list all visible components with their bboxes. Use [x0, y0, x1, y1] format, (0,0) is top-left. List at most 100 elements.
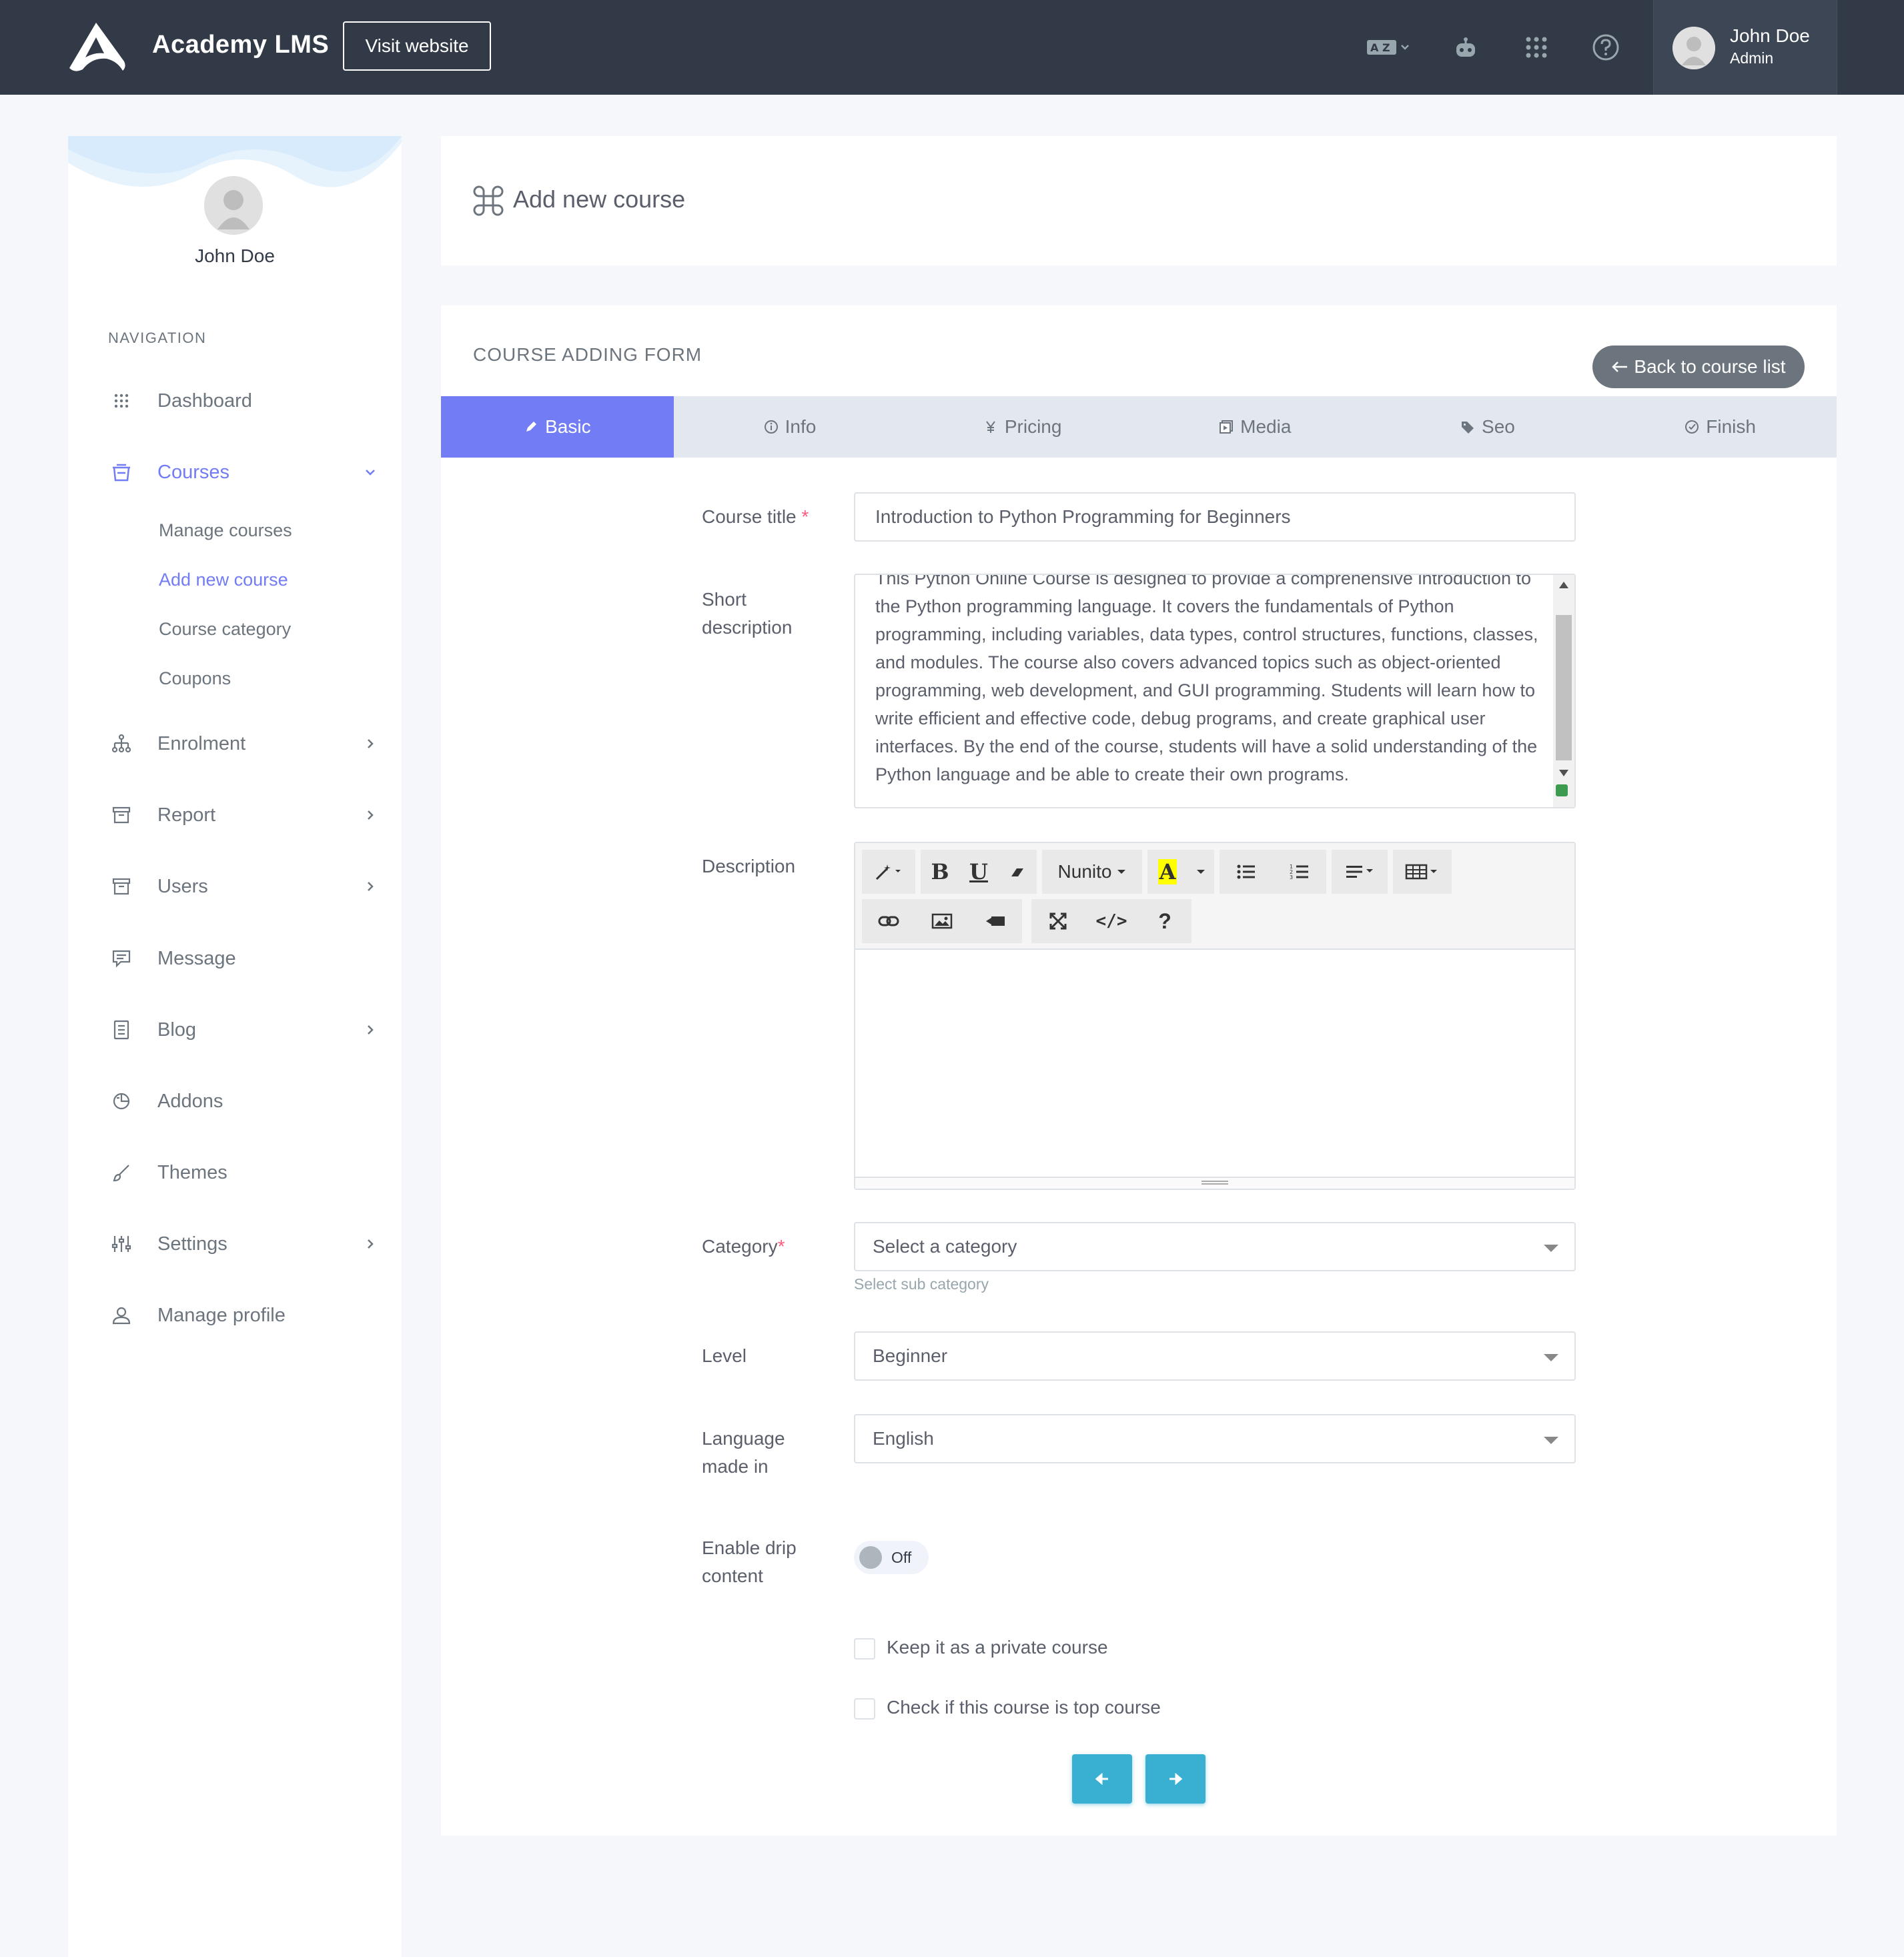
previous-step-button[interactable] — [1072, 1754, 1132, 1804]
sidebar-item-label: Settings — [157, 1233, 227, 1255]
chevron-right-icon — [368, 810, 374, 820]
brand-name[interactable]: Academy LMS — [152, 31, 329, 59]
sidebar-item-label: Users — [157, 875, 208, 897]
sidebar-item-users[interactable]: Users — [108, 870, 375, 903]
sidebar-item-report[interactable]: Report — [108, 798, 375, 832]
text-color-icon: A — [1157, 859, 1177, 884]
sidebar-item-label: Courses — [157, 461, 229, 483]
eraser-icon — [1011, 868, 1023, 876]
tab-seo[interactable]: Seo — [1372, 396, 1604, 458]
link-icon — [878, 916, 899, 926]
insert-link-button[interactable] — [862, 899, 915, 943]
caret-down-icon — [1197, 870, 1205, 874]
language-select[interactable]: English — [854, 1414, 1576, 1463]
sidebar-item-courses[interactable]: Courses — [108, 456, 375, 489]
category-select[interactable]: Select a category — [854, 1222, 1576, 1271]
tab-info[interactable]: Info — [674, 396, 907, 458]
user-menu[interactable]: John Doe Admin — [1653, 0, 1837, 95]
short-description-textarea[interactable]: This Python Online Course is designed to… — [854, 574, 1576, 808]
paragraph-align-dropdown[interactable] — [1332, 850, 1388, 894]
code-view-button[interactable]: </> — [1085, 899, 1138, 943]
level-label: Level — [702, 1345, 747, 1366]
sidebar-item-themes[interactable]: Themes — [108, 1156, 375, 1189]
magic-style-button[interactable] — [862, 850, 915, 894]
archive-icon — [108, 873, 135, 900]
eraser-button[interactable] — [998, 850, 1037, 894]
textarea-resize-grip[interactable] — [1556, 784, 1568, 796]
sidebar-item-dashboard[interactable]: Dashboard — [108, 384, 375, 418]
scroll-down-arrow-icon[interactable] — [1559, 770, 1568, 776]
tab-pricing[interactable]: Pricing — [906, 396, 1139, 458]
back-to-course-list-button[interactable]: Back to course list — [1592, 346, 1805, 388]
font-family-dropdown[interactable]: Nunito — [1042, 850, 1142, 894]
numbered-list-icon: 123 — [1290, 864, 1308, 880]
tab-finish[interactable]: Finish — [1604, 396, 1837, 458]
robot-icon[interactable] — [1449, 31, 1482, 64]
sidebar-item-message[interactable]: Message — [108, 942, 375, 975]
ordered-list-button[interactable]: 123 — [1273, 850, 1326, 894]
scrollbar-thumb[interactable] — [1556, 615, 1572, 760]
tab-basic[interactable]: Basic — [441, 396, 674, 458]
table-icon — [1405, 864, 1437, 880]
sidebar-subitem-coupons[interactable]: Coupons — [159, 668, 231, 689]
arrow-right-icon — [1169, 1773, 1183, 1785]
private-course-label[interactable]: Keep it as a private course — [887, 1637, 1108, 1658]
text-color-button[interactable]: A — [1147, 850, 1187, 894]
svg-text:A: A — [1370, 41, 1379, 54]
magic-wand-icon — [875, 864, 901, 880]
toggle-knob — [859, 1546, 882, 1569]
help-button[interactable]: ? — [1138, 899, 1192, 943]
sidebar-subitem-add-new-course[interactable]: Add new course — [159, 570, 288, 590]
unordered-list-button[interactable] — [1220, 850, 1273, 894]
apps-grid-icon[interactable] — [1520, 31, 1553, 64]
sidebar-item-addons[interactable]: Addons — [108, 1085, 375, 1118]
top-navbar: Academy LMS Visit website A Z John Doe A… — [0, 0, 1904, 95]
language-label-line-1: Language — [702, 1428, 785, 1449]
description-editable-area[interactable] — [855, 950, 1574, 1178]
translate-icon[interactable]: A Z — [1361, 31, 1417, 64]
level-select[interactable]: Beginner — [854, 1331, 1576, 1381]
fullscreen-icon — [1049, 912, 1067, 930]
underline-button[interactable]: U — [959, 850, 998, 894]
tab-media[interactable]: Media — [1139, 396, 1372, 458]
sidebar-item-label: Report — [157, 804, 216, 826]
top-course-checkbox[interactable] — [854, 1698, 875, 1720]
academy-logo[interactable] — [65, 20, 127, 75]
grid-icon — [108, 388, 135, 414]
sidebar-item-enrolment[interactable]: Enrolment — [108, 727, 375, 760]
sidebar-item-label: Themes — [157, 1161, 227, 1183]
arrow-left-icon — [1095, 1773, 1108, 1785]
editor-resize-bar[interactable] — [855, 1177, 1574, 1189]
category-hint: Select sub category — [854, 1275, 989, 1293]
top-course-label[interactable]: Check if this course is top course — [887, 1697, 1161, 1718]
fullscreen-button[interactable] — [1031, 899, 1085, 943]
tab-label: Finish — [1706, 416, 1756, 437]
sidebar-item-settings[interactable]: Settings — [108, 1227, 375, 1261]
currency-icon — [986, 421, 995, 433]
next-step-button[interactable] — [1145, 1754, 1206, 1804]
sidebar-item-blog[interactable]: Blog — [108, 1013, 375, 1047]
tab-label: Media — [1240, 416, 1292, 437]
text-color-dropdown[interactable] — [1187, 850, 1214, 894]
insert-picture-button[interactable] — [915, 899, 969, 943]
sidebar-subitem-course-category[interactable]: Course category — [159, 619, 291, 640]
help-icon[interactable] — [1589, 31, 1622, 64]
sidebar-item-manage-profile[interactable]: Manage profile — [108, 1299, 375, 1332]
course-title-input[interactable]: Introduction to Python Programming for B… — [854, 492, 1576, 542]
scroll-up-arrow-icon[interactable] — [1559, 582, 1568, 588]
textarea-scrollbar[interactable] — [1553, 575, 1574, 807]
chevron-right-icon — [368, 739, 374, 748]
drip-content-toggle[interactable]: Off — [854, 1541, 929, 1574]
chevron-down-icon — [366, 470, 375, 476]
table-dropdown[interactable] — [1393, 850, 1452, 894]
caret-down-icon — [1544, 1245, 1558, 1252]
sidebar-subitem-manage-courses[interactable]: Manage courses — [159, 520, 292, 541]
bold-button[interactable]: B — [921, 850, 959, 894]
brush-icon — [108, 1159, 135, 1186]
category-select-value: Select a category — [873, 1236, 1017, 1257]
level-select-value: Beginner — [873, 1345, 948, 1366]
visit-website-button[interactable]: Visit website — [343, 21, 491, 71]
insert-video-button[interactable] — [969, 899, 1022, 943]
picture-icon — [931, 913, 953, 929]
private-course-checkbox[interactable] — [854, 1638, 875, 1660]
